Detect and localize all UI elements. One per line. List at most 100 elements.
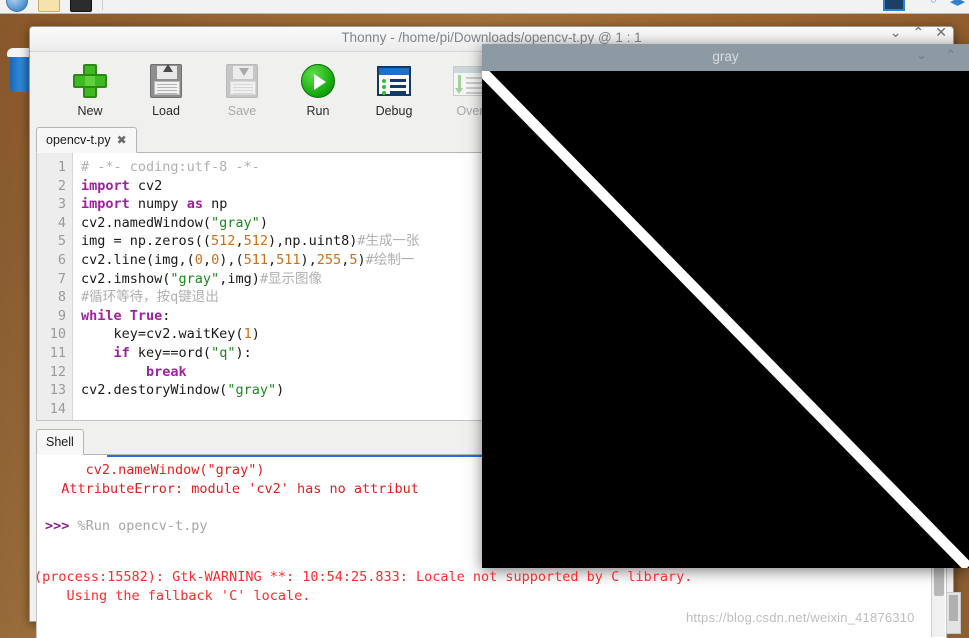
play-icon bbox=[280, 59, 356, 103]
opencv-window-title: gray bbox=[712, 49, 739, 64]
code-token: 512 bbox=[243, 233, 268, 250]
line-number: 14 bbox=[49, 400, 66, 417]
shell-error-text: cv2.nameWindow("gray") bbox=[45, 462, 265, 478]
code-token: cv2.line(img,( bbox=[81, 251, 195, 268]
globe-icon[interactable] bbox=[6, 0, 28, 12]
code-token: if bbox=[113, 344, 130, 361]
code-token: ) bbox=[259, 214, 268, 231]
maximize-button[interactable]: ⌃ bbox=[913, 26, 925, 40]
code-token: break bbox=[146, 363, 187, 380]
shell-tab-label: Shell bbox=[46, 435, 74, 449]
code-token: #循环等待，按q键退出 bbox=[81, 289, 219, 306]
line-number: 5 bbox=[57, 233, 66, 250]
code-token: "gray" bbox=[227, 382, 277, 399]
line-number: 12 bbox=[49, 363, 66, 380]
terminal-warning: (process:15582): Gtk-WARNING **: 10:54:2… bbox=[34, 568, 934, 606]
code-token: # -*- coding:utf-8 -*- bbox=[81, 159, 260, 175]
editor-tab-label: opencv-t.py bbox=[46, 133, 111, 147]
line-number-gutter: 1 2 3 4 5 6 7 8 9 10 11 12 13 14 bbox=[37, 153, 73, 420]
shell-command: %Run opencv-t.py bbox=[77, 517, 208, 534]
code-token: #绘制一 bbox=[365, 251, 415, 268]
code-token: 1 bbox=[243, 326, 252, 343]
screen-root: ⃗ ◦ ◂▸ Thonny - /home/pi/Downloads/openc… bbox=[0, 0, 969, 638]
opencv-gray-window: gray ⌄ ⌃ bbox=[482, 44, 969, 568]
editor-tab-opencv[interactable]: opencv-t.py ✖ bbox=[36, 127, 137, 153]
debug-button-label: Debug bbox=[375, 104, 413, 118]
save-button[interactable]: Save bbox=[204, 59, 280, 118]
code-token: import bbox=[81, 196, 130, 213]
code-token: 511 bbox=[243, 251, 268, 268]
volume-icon[interactable]: ◦ bbox=[929, 0, 938, 10]
opencv-minimize-button[interactable]: ⌄ bbox=[916, 48, 927, 64]
plus-icon bbox=[52, 59, 128, 103]
minimize-button[interactable]: ⌄ bbox=[890, 26, 902, 40]
code-token: cv2.namedWindow( bbox=[81, 214, 212, 231]
line-number: 8 bbox=[57, 289, 66, 306]
code-token: , bbox=[268, 251, 277, 268]
code-token: 0 bbox=[211, 251, 220, 268]
code-token: as bbox=[186, 196, 203, 213]
code-token: key==ord( bbox=[129, 344, 212, 361]
code-token: key=cv2.waitKey( bbox=[81, 326, 244, 343]
run-button[interactable]: Run bbox=[280, 59, 356, 118]
network-icon[interactable]: ◂▸ bbox=[950, 0, 965, 10]
code-token: 255 bbox=[316, 251, 342, 268]
panel-right-icons: ⃗ ◦ ◂▸ bbox=[883, 0, 965, 13]
opencv-titlebar[interactable]: gray ⌄ ⌃ bbox=[482, 44, 969, 71]
terminal-icon[interactable] bbox=[70, 0, 92, 12]
close-button[interactable]: ✕ bbox=[935, 26, 947, 40]
code-token: cv2.destoryWindow( bbox=[81, 382, 228, 399]
opencv-maximize-button[interactable]: ⌃ bbox=[945, 48, 956, 64]
vlc-icon[interactable] bbox=[883, 0, 906, 11]
line-number: 4 bbox=[57, 214, 66, 231]
code-token: "q" bbox=[211, 344, 236, 361]
code-token: 0 bbox=[194, 251, 203, 268]
line-number: 13 bbox=[49, 382, 66, 399]
code-token: , bbox=[202, 251, 212, 268]
code-token: cv2 bbox=[129, 177, 163, 194]
line-number: 2 bbox=[57, 177, 66, 194]
code-token: ) bbox=[251, 326, 260, 343]
debug-icon bbox=[356, 59, 432, 103]
code-token: import bbox=[81, 177, 130, 194]
new-button[interactable]: New bbox=[52, 59, 128, 118]
code-token: "gray" bbox=[211, 214, 260, 231]
code-token: : bbox=[162, 307, 171, 324]
line-number: 10 bbox=[49, 326, 66, 343]
code-token: #生成一张 bbox=[357, 233, 420, 250]
code-token: ), bbox=[300, 251, 317, 268]
code-token: #显示图像 bbox=[259, 270, 322, 287]
shell-tab[interactable]: Shell bbox=[36, 429, 84, 455]
line-number: 7 bbox=[57, 270, 66, 287]
panel-left-icons bbox=[0, 0, 103, 13]
save-icon bbox=[204, 59, 280, 103]
shell-error-text: AttributeError: module 'cv2' has no attr… bbox=[45, 480, 419, 497]
thonny-title: Thonny - /home/pi/Downloads/opencv-t.py … bbox=[341, 30, 642, 45]
opencv-window-controls: ⌄ ⌃ bbox=[916, 48, 956, 64]
code-token: img = np.zeros(( bbox=[81, 233, 212, 250]
code-token: ): bbox=[235, 344, 252, 361]
code-token: ,img) bbox=[219, 270, 260, 287]
warning-line-2: Using the fallback 'C' locale. bbox=[34, 588, 311, 604]
line-number: 9 bbox=[57, 307, 66, 324]
thonny-window-controls: ⌄ ⌃ ✕ bbox=[890, 26, 947, 40]
save-button-label: Save bbox=[227, 104, 257, 118]
code-token: cv2.imshow( bbox=[81, 270, 171, 287]
code-token: np bbox=[202, 196, 228, 213]
folder-icon[interactable] bbox=[38, 0, 60, 12]
line-number: 1 bbox=[57, 159, 66, 175]
close-icon[interactable]: ✖ bbox=[117, 133, 127, 147]
top-panel: ⃗ ◦ ◂▸ bbox=[0, 0, 969, 14]
load-button[interactable]: Load bbox=[128, 59, 204, 118]
new-button-label: New bbox=[77, 104, 103, 118]
panel-separator bbox=[102, 0, 103, 10]
bottom-scrollbar[interactable] bbox=[946, 592, 961, 634]
load-button-label: Load bbox=[152, 104, 180, 118]
debug-button[interactable]: Debug bbox=[356, 59, 432, 118]
opencv-canvas bbox=[482, 71, 969, 568]
watermark-text: https://blog.csdn.net/weixin_41876310 bbox=[686, 610, 915, 625]
code-token: "gray" bbox=[170, 270, 220, 287]
line-number: 11 bbox=[49, 344, 66, 361]
